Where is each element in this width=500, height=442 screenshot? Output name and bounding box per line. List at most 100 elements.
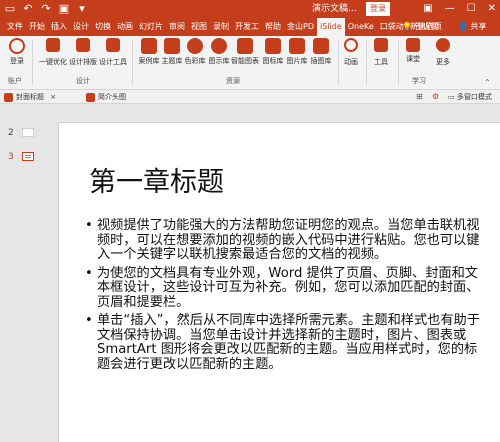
multi-window-mode-toggle[interactable]: ▭ 多窗口模式 bbox=[448, 92, 492, 103]
ribbon-divider bbox=[32, 39, 33, 85]
more-icon bbox=[436, 38, 450, 52]
slide-body-text[interactable]: 视频提供了功能强大的方法帮助您证明您的观点。当您单击联机视频时，可以在想要添加的… bbox=[85, 218, 485, 376]
tab-jinshan-pdf[interactable]: 金山PD bbox=[284, 18, 317, 36]
tab-file[interactable]: 文件 bbox=[4, 18, 26, 36]
color-library-icon bbox=[187, 38, 203, 54]
tab-transitions[interactable]: 切换 bbox=[92, 18, 114, 36]
icon-library-icon bbox=[265, 38, 281, 54]
tell-me-label: 告诉我 bbox=[414, 22, 439, 31]
slide-title[interactable]: 第一章标题 bbox=[89, 167, 224, 199]
quick-access-toolbar: ▭ ↶ ↷ ▣ ▾ bbox=[4, 2, 88, 16]
smart-chart-icon bbox=[237, 38, 253, 54]
animation-button[interactable]: 动画 bbox=[334, 38, 368, 67]
more-button[interactable]: 更多 bbox=[426, 38, 460, 67]
doc-tab-intro[interactable]: 简介头图 bbox=[84, 92, 154, 103]
slide-canvas[interactable]: 第一章标题 视频提供了功能强大的方法帮助您证明您的观点。当您单击联机视频时，可以… bbox=[58, 122, 500, 442]
undo-icon[interactable]: ↶ bbox=[22, 2, 34, 16]
tools-button[interactable]: 工具 bbox=[364, 38, 398, 67]
bullet-item: 为使您的文档具有专业外观，Word 提供了页眉、页脚、封面和文本框设计，这些设计… bbox=[85, 266, 485, 311]
tab-home[interactable]: 开始 bbox=[26, 18, 48, 36]
customize-qat-icon[interactable]: ▾ bbox=[76, 2, 88, 16]
collapse-ribbon-icon[interactable]: ⌃ bbox=[484, 78, 491, 87]
sign-in-button[interactable]: 登录 bbox=[366, 2, 390, 16]
tab-onekey[interactable]: OneKe bbox=[345, 18, 377, 36]
window-controls: ▣ — ☐ ✕ bbox=[423, 2, 496, 16]
group-design-label: 设计 bbox=[76, 77, 90, 85]
design-tools-icon bbox=[106, 38, 120, 52]
course-label: 课堂 bbox=[406, 55, 420, 63]
tab-review[interactable]: 审阅 bbox=[166, 18, 188, 36]
slide-thumbnail-preview bbox=[22, 128, 34, 137]
illustration-library-icon bbox=[313, 38, 329, 54]
new-tab-icon[interactable]: ⊞ bbox=[416, 92, 423, 101]
more-label: 更多 bbox=[436, 58, 450, 66]
group-account-label: 账户 bbox=[8, 77, 22, 85]
design-layout-label: 设计排版 bbox=[69, 58, 97, 66]
tab-view[interactable]: 视图 bbox=[188, 18, 210, 36]
tell-me-search[interactable]: 💡 告诉我 bbox=[402, 18, 439, 36]
star-icon bbox=[344, 38, 358, 52]
presentation-icon bbox=[4, 93, 13, 102]
doc-tab-label: 封面标题 bbox=[16, 93, 44, 101]
slide-thumbnail-selected[interactable]: 3 bbox=[6, 150, 38, 164]
illustration-library-button[interactable]: 插图库 bbox=[304, 38, 338, 66]
tab-record[interactable]: 录制 bbox=[210, 18, 232, 36]
design-tools-button[interactable]: 设计工具 bbox=[96, 38, 130, 67]
picture-library-icon bbox=[289, 38, 305, 54]
course-button[interactable]: 课堂 bbox=[396, 38, 430, 64]
powerpoint-window: ▭ ↶ ↷ ▣ ▾ 演示文稿... 登录 ▣ — ☐ ✕ 文件 开始 插入 设计… bbox=[0, 0, 500, 442]
login-icon bbox=[9, 38, 25, 54]
ribbon-display-options-icon[interactable]: ▣ bbox=[423, 2, 432, 16]
title-bar: ▭ ↶ ↷ ▣ ▾ 演示文稿... 登录 ▣ — ☐ ✕ bbox=[0, 0, 500, 18]
login-label: 登录 bbox=[10, 57, 24, 65]
slide-thumbnail[interactable]: 2 bbox=[6, 126, 38, 140]
group-resources-label: 资源 bbox=[226, 77, 240, 85]
one-click-optimize-icon bbox=[46, 38, 60, 52]
slide-number: 3 bbox=[8, 152, 14, 162]
minimize-icon[interactable]: — bbox=[445, 2, 455, 16]
share-label: 共享 bbox=[470, 22, 487, 31]
illustration-library-label: 插图库 bbox=[310, 57, 332, 65]
doc-tab-cover-title[interactable]: 封面标题 × bbox=[2, 92, 82, 103]
bullet-item: 单击“插入”，然后从不同库中选择所需元素。主题和样式也有助于文档保持协调。当您单… bbox=[85, 313, 485, 372]
slide-thumbnail-preview bbox=[22, 152, 34, 161]
slide-thumbnail-pane: 2 3 bbox=[0, 104, 42, 442]
diagram-library-icon bbox=[211, 38, 227, 54]
group-learn-label: 学习 bbox=[412, 77, 426, 85]
login-button[interactable]: 登录 bbox=[0, 38, 34, 66]
tab-design[interactable]: 设计 bbox=[70, 18, 92, 36]
presentation-icon bbox=[86, 93, 95, 102]
document-title: 演示文稿... bbox=[312, 4, 357, 14]
settings-icon[interactable]: ⚙ bbox=[432, 92, 439, 101]
bullet-item: 视频提供了功能强大的方法帮助您证明您的观点。当您单击联机视频时，可以在想要添加的… bbox=[85, 218, 485, 263]
tab-developer[interactable]: 开发工 bbox=[232, 18, 262, 36]
ribbon: 登录 账户 一键优化 设计排版 设计工具 设计 案例库 主题库 色彩库 图示库 … bbox=[0, 36, 500, 90]
tools-label: 工具 bbox=[374, 58, 388, 66]
doc-tab-label: 简介头图 bbox=[98, 93, 126, 101]
save-icon[interactable]: ▭ bbox=[4, 2, 16, 16]
graduation-cap-icon bbox=[406, 38, 420, 52]
tab-slideshow[interactable]: 幻灯片 bbox=[136, 18, 166, 36]
tab-animations[interactable]: 动画 bbox=[114, 18, 136, 36]
design-layout-button[interactable]: 设计排版 bbox=[66, 38, 100, 67]
toolbox-icon bbox=[374, 38, 388, 52]
design-tools-label: 设计工具 bbox=[99, 58, 127, 66]
tab-insert[interactable]: 插入 bbox=[48, 18, 70, 36]
share-button[interactable]: 👤 共享 bbox=[458, 18, 487, 36]
multi-window-label: 多窗口模式 bbox=[456, 93, 492, 101]
tab-islide[interactable]: iSlide bbox=[316, 18, 345, 36]
close-icon[interactable]: ✕ bbox=[488, 2, 496, 16]
tab-help[interactable]: 帮助 bbox=[262, 18, 284, 36]
document-tab-row: 封面标题 × 简介头图 ⊞ ⚙ ▭ 多窗口模式 bbox=[0, 90, 500, 104]
one-click-optimize-button[interactable]: 一键优化 bbox=[36, 38, 70, 67]
close-tab-icon[interactable]: × bbox=[50, 93, 56, 101]
ribbon-tabs: 文件 开始 插入 设计 切换 动画 幻灯片 审阅 视图 录制 开发工 帮助 金山… bbox=[4, 18, 445, 36]
one-click-optimize-label: 一键优化 bbox=[39, 58, 67, 66]
ribbon-tab-bar: 文件 开始 插入 设计 切换 动画 幻灯片 审阅 视图 录制 开发工 帮助 金山… bbox=[0, 18, 500, 36]
animation-label: 动画 bbox=[344, 58, 358, 66]
redo-icon[interactable]: ↷ bbox=[40, 2, 52, 16]
start-from-beginning-icon[interactable]: ▣ bbox=[58, 2, 70, 16]
slide-number: 2 bbox=[8, 128, 14, 138]
maximize-icon[interactable]: ☐ bbox=[467, 2, 476, 16]
design-layout-icon bbox=[76, 38, 90, 52]
